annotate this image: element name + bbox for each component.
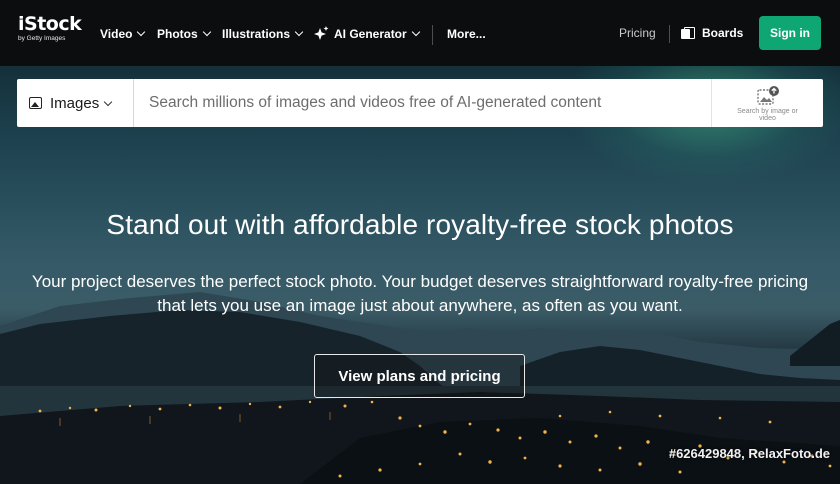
nav-ai-generator[interactable]: AI Generator	[312, 26, 420, 42]
top-navigation: iStock by Getty Images Video Photos Illu…	[0, 0, 840, 66]
nav-illustrations-label: Illustrations	[222, 27, 291, 41]
hero-subtext: Your project deserves the perfect stock …	[31, 272, 809, 315]
chevron-down-icon	[202, 27, 211, 37]
nav-photos[interactable]: Photos	[157, 26, 211, 42]
search-bar: Images Search by image or video	[17, 79, 823, 127]
search-type-dropdown[interactable]: Images	[17, 79, 134, 127]
hero-section: Images Search by image or video Stand ou…	[0, 66, 840, 484]
image-upload-icon	[756, 85, 779, 105]
nav-pricing[interactable]: Pricing	[619, 26, 656, 40]
boards-icon	[681, 27, 695, 39]
logo-tagline: by Getty Images	[18, 35, 66, 42]
nav-video[interactable]: Video	[100, 26, 146, 42]
nav-divider	[432, 25, 433, 45]
nav-photos-label: Photos	[157, 27, 198, 41]
nav-boards-label: Boards	[702, 26, 744, 40]
nav-ai-generator-label: AI Generator	[334, 27, 407, 41]
nav-more[interactable]: More...	[447, 26, 486, 42]
istock-logo[interactable]: iStock by Getty Images	[18, 14, 84, 48]
search-type-label: Images	[50, 94, 100, 112]
logo-wordmark: iStock	[18, 13, 82, 35]
nav-divider	[669, 25, 670, 43]
nav-illustrations[interactable]: Illustrations	[222, 26, 304, 42]
hero-headline: Stand out with affordable royalty-free s…	[106, 209, 734, 240]
chevron-down-icon	[294, 27, 304, 37]
view-plans-button[interactable]: View plans and pricing	[314, 354, 525, 398]
search-by-image-button[interactable]: Search by image or video	[711, 79, 823, 127]
sparkle-icon	[314, 26, 329, 40]
nav-boards[interactable]: Boards	[681, 26, 743, 40]
photo-credit: #626429848, RelaxFoto.de	[668, 446, 830, 461]
chevron-down-icon	[137, 27, 146, 37]
chevron-down-icon	[411, 27, 420, 37]
image-icon	[29, 97, 42, 109]
sign-in-button[interactable]: Sign in	[759, 16, 821, 50]
search-by-image-label: Search by image or video	[737, 107, 798, 122]
search-input[interactable]	[134, 79, 711, 127]
nav-video-label: Video	[100, 27, 133, 41]
chevron-down-icon	[103, 97, 113, 106]
